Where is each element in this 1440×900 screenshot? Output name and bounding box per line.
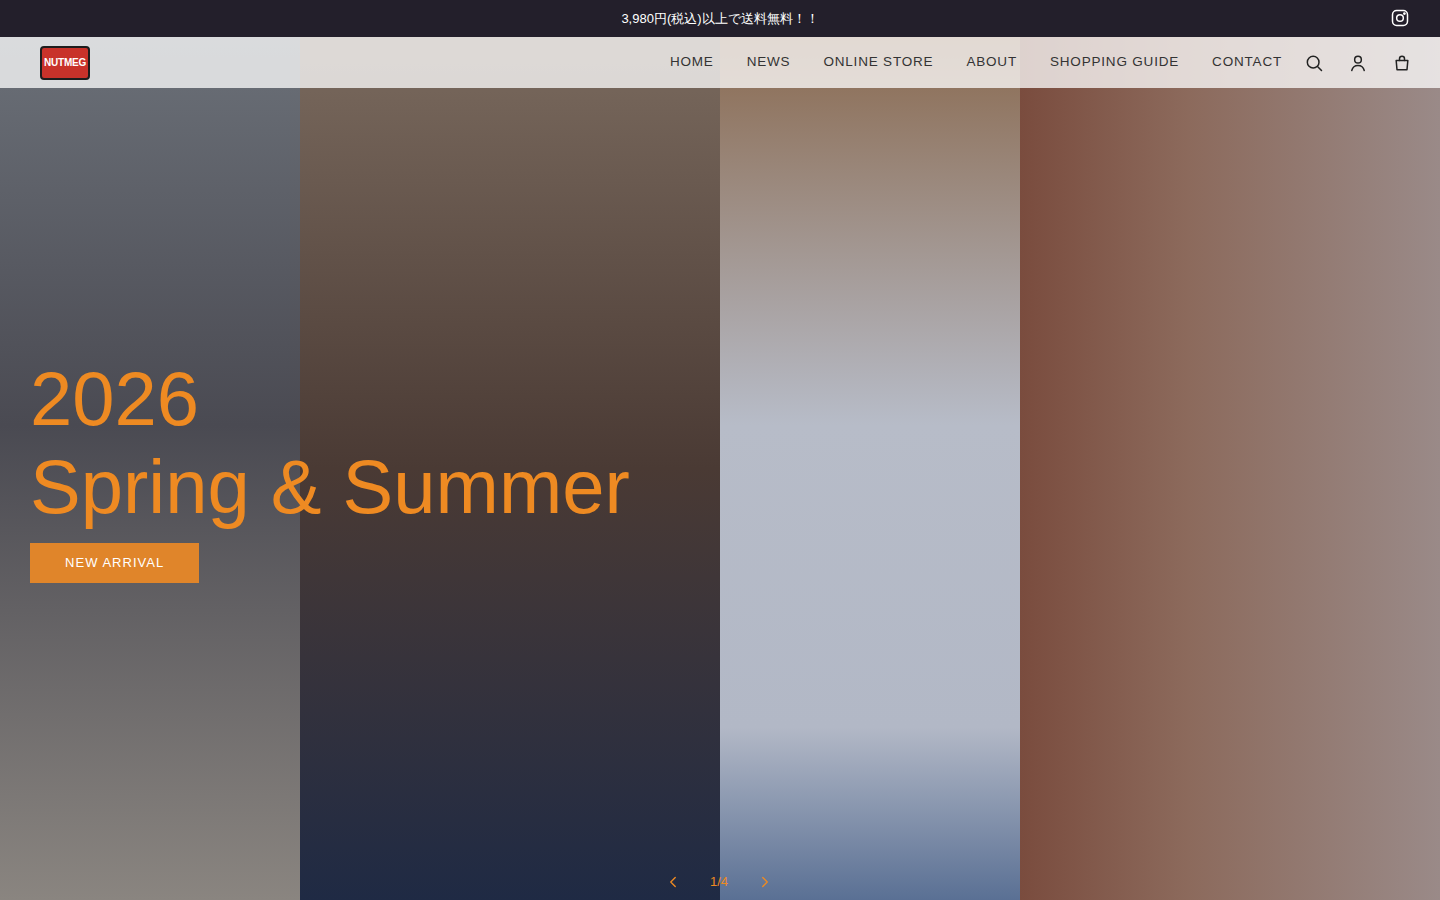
hero-heading: 2026Spring & Summer xyxy=(30,355,630,531)
hero-title: Spring & Summer xyxy=(30,443,630,531)
chevron-left-icon[interactable] xyxy=(664,873,682,891)
slide-counter: 1/4 xyxy=(710,872,728,892)
search-icon[interactable] xyxy=(1304,53,1324,73)
site-header: NUTMEG HOME NEWS ONLINE STORE ABOUT SHOPPING … xyxy=(0,37,1440,88)
cart-icon[interactable] xyxy=(1392,53,1412,73)
hero-content: 2026Spring & Summer NEW ARRIVAL xyxy=(30,355,630,583)
slider-controls: 1/4 xyxy=(664,872,774,892)
person-right-area xyxy=(720,37,1020,900)
nav-link[interactable]: SHOPPING GUIDE xyxy=(1050,52,1179,72)
chevron-right-icon[interactable] xyxy=(756,873,774,891)
main-nav: HOME NEWS ONLINE STORE ABOUT SHOPPING GUIDE C… xyxy=(670,52,1282,72)
nav-link[interactable]: ONLINE STORE xyxy=(823,52,933,72)
account-icon[interactable] xyxy=(1348,53,1368,73)
announcement-text: 3,980円(税込)以上で送料無料！！ xyxy=(621,9,818,29)
new-arrival-button[interactable]: NEW ARRIVAL xyxy=(30,543,199,583)
page: 3,980円(税込)以上で送料無料！！ NUTMEG HOME NEWS ONLINE … xyxy=(0,0,1440,900)
logo-text[interactable]: NUTMEG xyxy=(44,58,86,68)
nav-link[interactable]: NEWS xyxy=(747,52,791,72)
nav-link[interactable]: ABOUT xyxy=(966,52,1017,72)
nav-link[interactable]: CONTACT xyxy=(1212,52,1282,72)
hero-year: 2026 xyxy=(30,355,630,443)
instagram-icon[interactable] xyxy=(1390,8,1410,28)
nav-link[interactable]: HOME xyxy=(670,52,714,72)
logo[interactable]: NUTMEG xyxy=(40,46,90,80)
hero-slider: NUTMEG HOME NEWS ONLINE STORE ABOUT SHOPPING … xyxy=(0,37,1440,900)
brick-wall-area xyxy=(1020,37,1440,900)
header-icons xyxy=(1304,53,1412,73)
announcement-bar: 3,980円(税込)以上で送料無料！！ xyxy=(0,0,1440,37)
